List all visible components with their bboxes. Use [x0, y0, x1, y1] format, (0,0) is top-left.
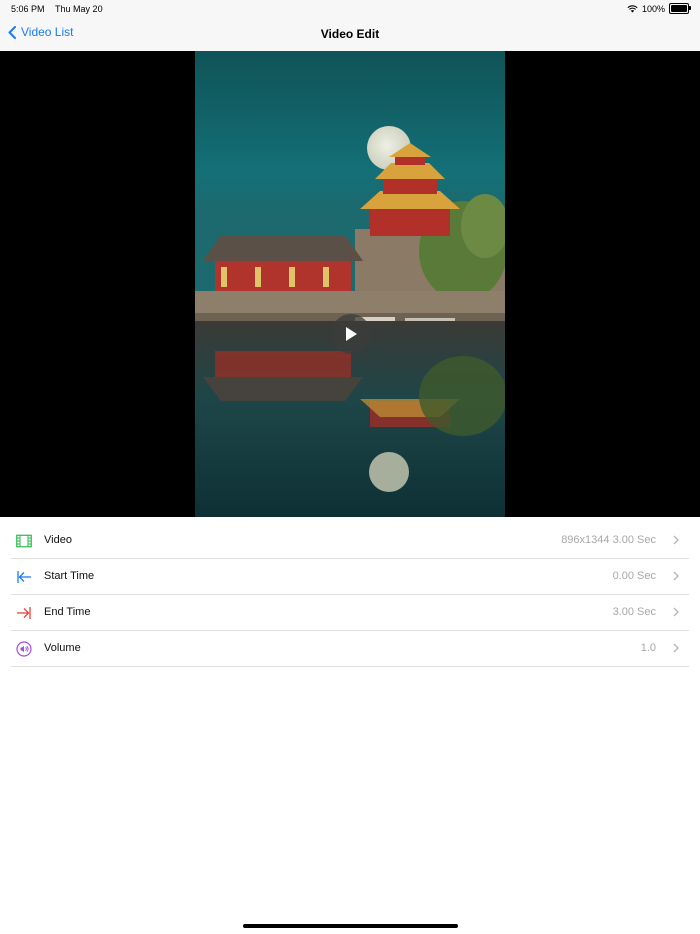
start-time-label: Start Time — [44, 570, 95, 582]
speaker-icon — [16, 641, 32, 657]
chevron-right-icon — [673, 571, 679, 581]
end-time-value: 3.00 Sec — [612, 606, 656, 618]
arrow-to-end-icon — [17, 607, 31, 619]
volume-row[interactable]: Volume 1.0 — [11, 631, 689, 667]
navigation-bar: Video List Video Edit — [0, 18, 700, 52]
chevron-right-icon — [673, 535, 679, 545]
arrow-to-start-icon — [17, 571, 31, 583]
status-time: 5:06 PM — [11, 4, 45, 14]
video-label: Video — [44, 534, 72, 546]
volume-label: Volume — [44, 642, 81, 654]
end-time-row[interactable]: End Time 3.00 Sec — [11, 595, 689, 631]
volume-value: 1.0 — [640, 642, 656, 654]
video-row[interactable]: Video 896x1344 3.00 Sec — [11, 523, 689, 559]
film-icon — [16, 534, 32, 548]
play-icon — [346, 327, 357, 341]
battery-icon — [669, 3, 691, 14]
play-button[interactable] — [331, 314, 371, 354]
end-time-label: End Time — [44, 606, 91, 618]
start-time-value: 0.00 Sec — [612, 570, 656, 582]
status-date: Thu May 20 — [55, 4, 103, 14]
chevron-right-icon — [673, 643, 679, 653]
chevron-right-icon — [673, 607, 679, 617]
video-thumbnail — [195, 51, 505, 517]
video-info-value: 896x1344 3.00 Sec — [561, 534, 656, 546]
battery-percent: 100% — [641, 3, 665, 14]
home-indicator — [243, 924, 458, 928]
page-title: Video Edit — [320, 27, 380, 41]
video-settings-list: Video 896x1344 3.00 Sec Start Time 0.00 … — [0, 523, 700, 667]
wifi-icon — [627, 4, 638, 12]
status-bar: 5:06 PM Thu May 20 100% — [0, 0, 700, 18]
video-player[interactable] — [0, 51, 700, 517]
start-time-row[interactable]: Start Time 0.00 Sec — [11, 559, 689, 595]
